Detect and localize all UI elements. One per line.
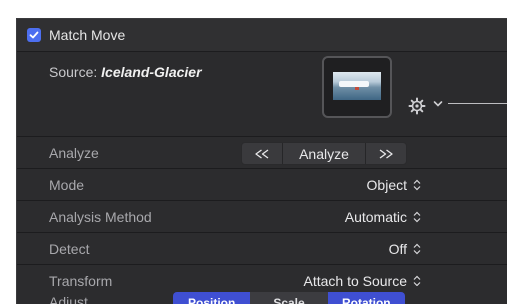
analysis-method-value: Automatic (344, 209, 407, 225)
mode-label: Mode (49, 177, 85, 193)
up-down-chevron-icon (413, 179, 421, 191)
gear-icon[interactable] (408, 97, 426, 115)
effect-title: Match Move (49, 27, 126, 43)
analyze-backward-button[interactable] (242, 143, 282, 164)
source-prefix: Source: (49, 64, 102, 80)
mode-row: Mode Object (17, 169, 507, 201)
analyze-control: Analyze (241, 142, 407, 165)
rewind-icon (255, 148, 269, 159)
effect-header: Match Move (17, 19, 507, 52)
detect-row: Detect Off (17, 233, 507, 265)
checkmark-icon (29, 31, 39, 39)
match-move-inspector: Match Move Source: Iceland-Glacier Analy… (16, 18, 507, 304)
detect-value: Off (388, 241, 407, 257)
fast-forward-icon (379, 148, 393, 159)
mode-popup[interactable]: Object (367, 177, 421, 193)
analyze-button[interactable]: Analyze (282, 143, 366, 164)
up-down-chevron-icon (413, 243, 421, 255)
adjust-scale-button[interactable]: Scale (250, 292, 328, 304)
adjust-rotation-button[interactable]: Rotation (327, 292, 405, 304)
adjust-position-button[interactable]: Position (173, 292, 251, 304)
up-down-chevron-icon (413, 211, 421, 223)
onscreen-control-connector (448, 103, 507, 104)
analysis-method-label: Analysis Method (49, 209, 152, 225)
enable-checkbox[interactable] (27, 28, 41, 42)
chevron-down-icon[interactable] (432, 97, 444, 111)
source-thumbnail-well[interactable] (322, 56, 392, 118)
source-row: Source: Iceland-Glacier (17, 52, 507, 137)
source-thumbnail (333, 72, 381, 100)
mode-value: Object (366, 177, 407, 193)
source-clip-name: Iceland-Glacier (101, 64, 202, 80)
adjust-row: Adjust Position Scale Rotation (17, 286, 507, 304)
detect-label: Detect (49, 241, 90, 257)
source-label: Source: Iceland-Glacier (49, 64, 202, 80)
adjust-segmented-control: Position Scale Rotation (173, 292, 405, 304)
analyze-forward-button[interactable] (366, 143, 406, 164)
analysis-method-row: Analysis Method Automatic (17, 201, 507, 233)
analysis-method-popup[interactable]: Automatic (345, 209, 421, 225)
analyze-row: Analyze Analyze (17, 137, 507, 169)
analyze-label: Analyze (49, 145, 99, 161)
detect-popup[interactable]: Off (389, 241, 421, 257)
